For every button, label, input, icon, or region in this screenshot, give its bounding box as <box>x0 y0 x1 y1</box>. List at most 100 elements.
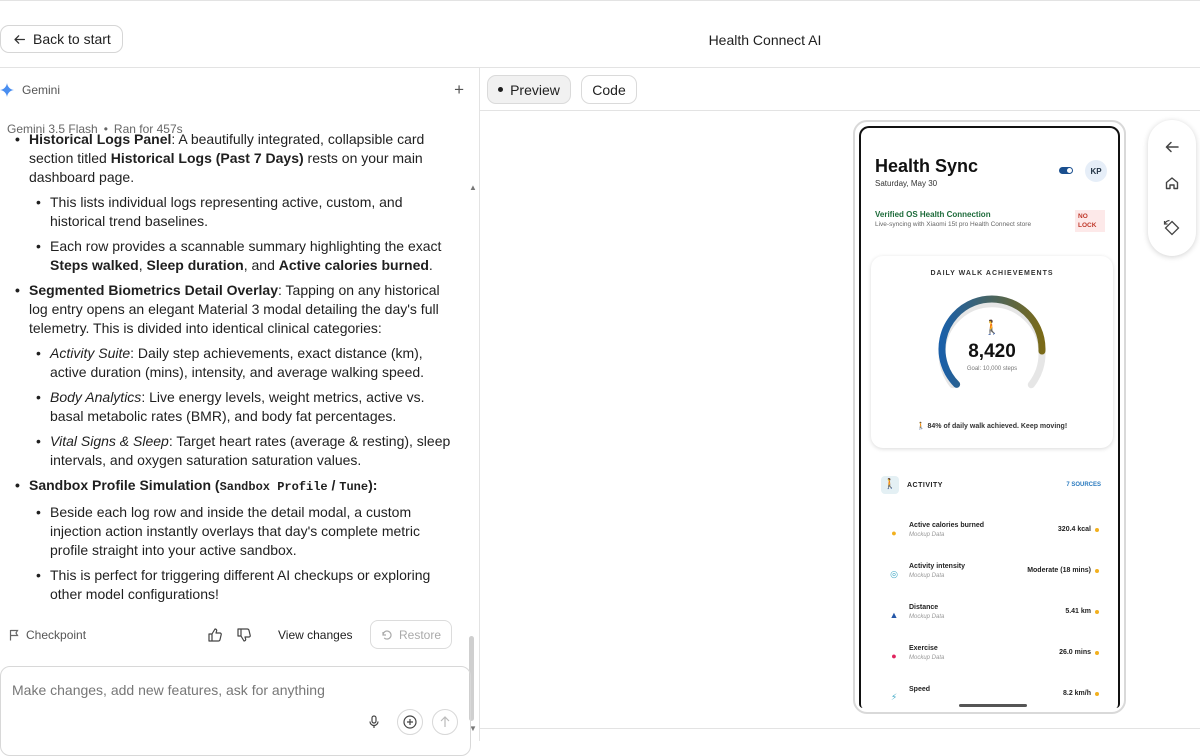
walking-person-icon: 🚶 <box>983 319 1001 335</box>
list-item: Historical Logs Panel: A beautifully int… <box>10 134 456 187</box>
home-indicator <box>959 704 1027 707</box>
text: . <box>428 257 433 273</box>
phone-frame: Health Sync Saturday, May 30 KP Verified… <box>853 120 1126 714</box>
app-date: Saturday, May 30 <box>875 179 938 188</box>
activity-section-header: 🚶 ACTIVITY 7 SOURCES <box>881 476 1101 496</box>
code-text: Tune <box>339 480 369 494</box>
new-chat-plus-icon[interactable]: + <box>454 80 464 100</box>
bold-text: Steps walked <box>50 257 139 273</box>
scroll-up-arrow-icon[interactable]: ▲ <box>469 183 477 192</box>
speed-icon: ⚡ <box>890 692 898 702</box>
card-title: DAILY WALK ACHIEVEMENTS <box>930 270 1054 277</box>
metric-row[interactable]: ◎ Activity intensity Mockup Data Moderat… <box>889 563 1099 589</box>
metric-value: 8.2 km/h <box>1062 690 1091 697</box>
composer-placeholder: Make changes, add new features, ask for … <box>12 682 325 698</box>
bold-text: Active calories burned <box>278 257 429 273</box>
list-item: Each row provides a scannable summary hi… <box>10 237 456 275</box>
checkpoint-button[interactable]: Checkpoint <box>9 628 86 642</box>
sync-toggle[interactable] <box>1059 167 1073 174</box>
tab-preview[interactable]: Preview <box>487 75 571 104</box>
metric-status-dot <box>1095 569 1099 573</box>
flag-icon <box>9 629 19 641</box>
list-item: Beside each log row and inside the detai… <box>10 503 456 560</box>
device-back-button[interactable] <box>1162 137 1182 157</box>
achievement-text: 🚶 84% of daily walk achieved. Keep movin… <box>916 423 1068 430</box>
rotate-icon <box>1163 219 1180 236</box>
top-bar: Back to start Health Connect AI <box>0 0 1200 68</box>
device-rotate-button[interactable] <box>1162 218 1182 238</box>
bold-text: Historical Logs Panel <box>29 134 172 147</box>
thumbs-up-icon[interactable] <box>207 627 223 643</box>
metric-name: Distance <box>909 604 939 611</box>
phone-screen: Health Sync Saturday, May 30 KP Verified… <box>859 126 1120 708</box>
device-controls <box>1148 120 1196 256</box>
add-attachment-button[interactable] <box>397 709 423 735</box>
metric-name: Active calories burned <box>909 522 985 529</box>
metric-source: Mockup Data <box>909 655 945 661</box>
italic-text: Vital Signs & Sleep <box>50 433 169 449</box>
sources-link[interactable]: 7 SOURCES <box>1066 482 1101 488</box>
metric-name: Activity intensity <box>909 563 966 570</box>
restore-button[interactable]: Restore <box>370 620 452 649</box>
metric-row[interactable]: ● Exercise Mockup Data 26.0 mins <box>889 645 1099 671</box>
microphone-icon <box>369 715 379 728</box>
restore-label: Restore <box>398 627 442 642</box>
health-connection-status: Verified OS Health Connection Live-synci… <box>875 210 1105 238</box>
no-lock-badge: NO LOCK <box>1075 210 1105 232</box>
metric-value: 26.0 mins <box>1059 649 1091 656</box>
view-changes-button[interactable]: View changes <box>278 628 353 642</box>
verify-subtitle: Live-syncing with Xiaomi 15t pro Health … <box>875 221 1032 228</box>
metric-row[interactable]: ● Active calories burned Mockup Data 320… <box>889 522 1099 548</box>
home-icon <box>1165 177 1179 190</box>
app-title-health-sync: Health Sync <box>875 156 979 176</box>
metric-name: Speed <box>909 686 931 693</box>
message-actions: Checkpoint View changes Restore <box>0 620 470 652</box>
gemini-sparkle-icon <box>0 83 14 97</box>
metric-source: Mockup Data <box>909 573 945 579</box>
arrow-left-icon <box>14 34 26 44</box>
arrow-up-icon <box>440 716 450 727</box>
bold-text: Sleep duration <box>146 257 244 273</box>
active-dot <box>498 87 504 92</box>
intensity-icon: ◎ <box>890 569 898 579</box>
device-home-button[interactable] <box>1162 173 1182 193</box>
step-count: 8,420 <box>968 341 1016 362</box>
metric-status-dot <box>1095 651 1099 655</box>
send-button[interactable] <box>432 709 458 735</box>
bold-text: Segmented Biometrics Detail Overlay <box>29 282 278 298</box>
walk-achievements-card[interactable]: DAILY WALK ACHIEVEMENTS 🚶 8,420 Goal: 10… <box>871 256 1113 448</box>
back-to-start-label: Back to start <box>33 31 111 47</box>
bold-text: / <box>327 477 340 493</box>
metric-status-dot <box>1095 528 1099 532</box>
exercise-icon: ● <box>891 651 897 661</box>
tab-code[interactable]: Code <box>581 75 637 104</box>
text: Each row provides a scannable summary hi… <box>50 238 442 254</box>
divider <box>480 110 1200 111</box>
activity-label: ACTIVITY <box>907 482 943 489</box>
microphone-button[interactable] <box>361 709 387 735</box>
list-item: Vital Signs & Sleep: Target heart rates … <box>10 432 456 470</box>
back-to-start-button[interactable]: Back to start <box>0 25 123 53</box>
app-title: Health Connect AI <box>708 32 822 48</box>
flame-icon: ● <box>891 528 897 538</box>
metric-row[interactable]: ▲ Distance Mockup Data 5.41 km <box>889 604 1099 630</box>
italic-text: Body Analytics <box>50 389 142 405</box>
avatar[interactable]: KP <box>1085 160 1107 182</box>
divider <box>480 728 1200 729</box>
text: , and <box>243 257 279 273</box>
italic-text: Activity Suite <box>50 345 131 361</box>
metric-status-dot <box>1095 610 1099 614</box>
code-text: Sandbox Profile <box>219 480 328 494</box>
thumbs-down-icon[interactable] <box>236 627 252 643</box>
list-item: Activity Suite: Daily step achievements,… <box>10 344 456 382</box>
preview-panel: Preview Code Health Sync Saturday, May 3… <box>480 68 1200 741</box>
metric-source: Mockup Data <box>909 532 945 538</box>
metric-value: Moderate (18 mins) <box>1027 567 1091 574</box>
metric-source: Mockup Data <box>909 614 945 620</box>
arrow-left-icon <box>1165 141 1179 153</box>
step-goal: Goal: 10,000 steps <box>966 366 1018 372</box>
chat-composer[interactable]: Make changes, add new features, ask for … <box>0 666 471 756</box>
checkpoint-label: Checkpoint <box>26 628 87 642</box>
list-item: This is perfect for triggering different… <box>10 566 456 604</box>
activity-walk-icon: 🚶 <box>881 476 899 494</box>
